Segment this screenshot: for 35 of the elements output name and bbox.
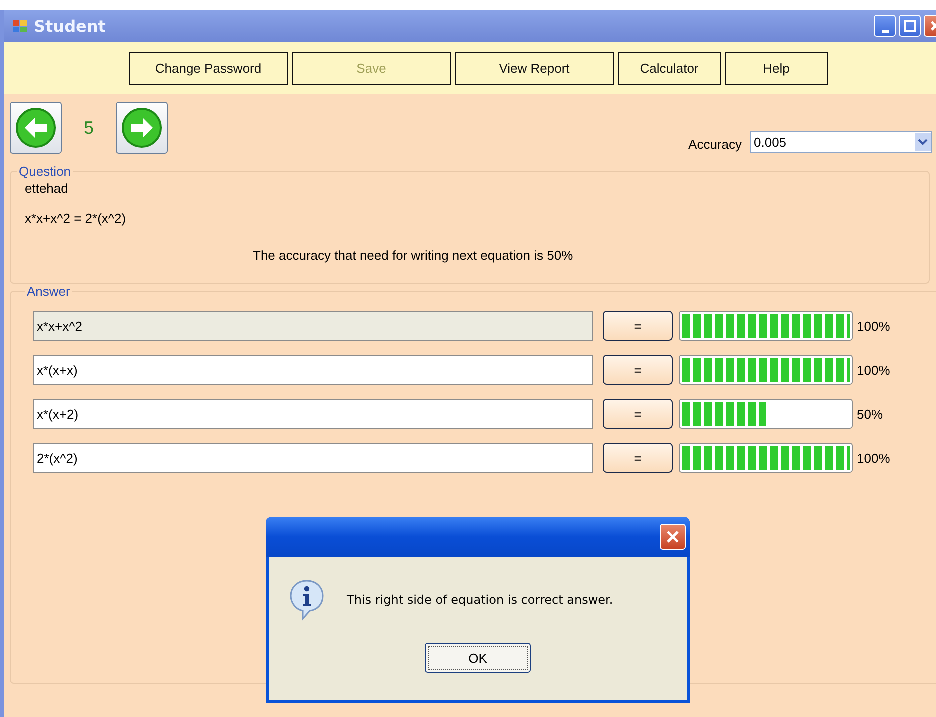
- equals-button[interactable]: =: [603, 443, 673, 473]
- answer-field[interactable]: x*(x+x): [33, 355, 593, 385]
- toolbar-button[interactable]: Change Password: [129, 52, 288, 84]
- dialog-message: This right side of equation is correct answer.: [347, 593, 614, 607]
- minimize-button[interactable]: [874, 15, 896, 37]
- progress-reading: 100%: [857, 450, 890, 466]
- ok-button[interactable]: OK: [425, 643, 531, 673]
- close-icon: [666, 530, 680, 544]
- requirement-text: The accuracy that need for writing next equation is 50%: [253, 248, 574, 263]
- app-icon: [12, 18, 28, 34]
- close-button[interactable]: [660, 524, 686, 550]
- maximize-button[interactable]: [899, 15, 921, 37]
- answer-field[interactable]: 2*(x^2): [33, 443, 593, 473]
- equals-button[interactable]: =: [603, 399, 673, 429]
- accuracy-label: Accuracy: [688, 136, 742, 152]
- equation-text: x*x+x^2 = 2*(x^2): [25, 211, 128, 226]
- question-name: ettehad: [25, 181, 70, 196]
- group-legend: Answer: [25, 284, 72, 299]
- minimize-icon: [882, 30, 888, 32]
- toolbar-button[interactable]: View Report: [455, 52, 614, 84]
- progress-reading: 100%: [857, 318, 890, 334]
- equals-button[interactable]: =: [603, 355, 673, 385]
- next-button[interactable]: [116, 102, 168, 154]
- group-legend: Question: [17, 164, 74, 179]
- answer-field[interactable]: x*(x+2): [33, 399, 593, 429]
- accuracy-dropdown[interactable]: 0.005: [750, 131, 932, 153]
- question-number: 5: [84, 118, 94, 138]
- progress-reading: 50%: [857, 406, 884, 422]
- info-icon: [289, 579, 325, 621]
- window-title: Student: [34, 16, 106, 36]
- toolbar-button[interactable]: Help: [725, 52, 828, 84]
- maximize-icon: [904, 20, 916, 32]
- back-button[interactable]: [10, 102, 62, 154]
- toolbar-button[interactable]: Calculator: [618, 52, 721, 84]
- progress-reading: 100%: [857, 362, 890, 378]
